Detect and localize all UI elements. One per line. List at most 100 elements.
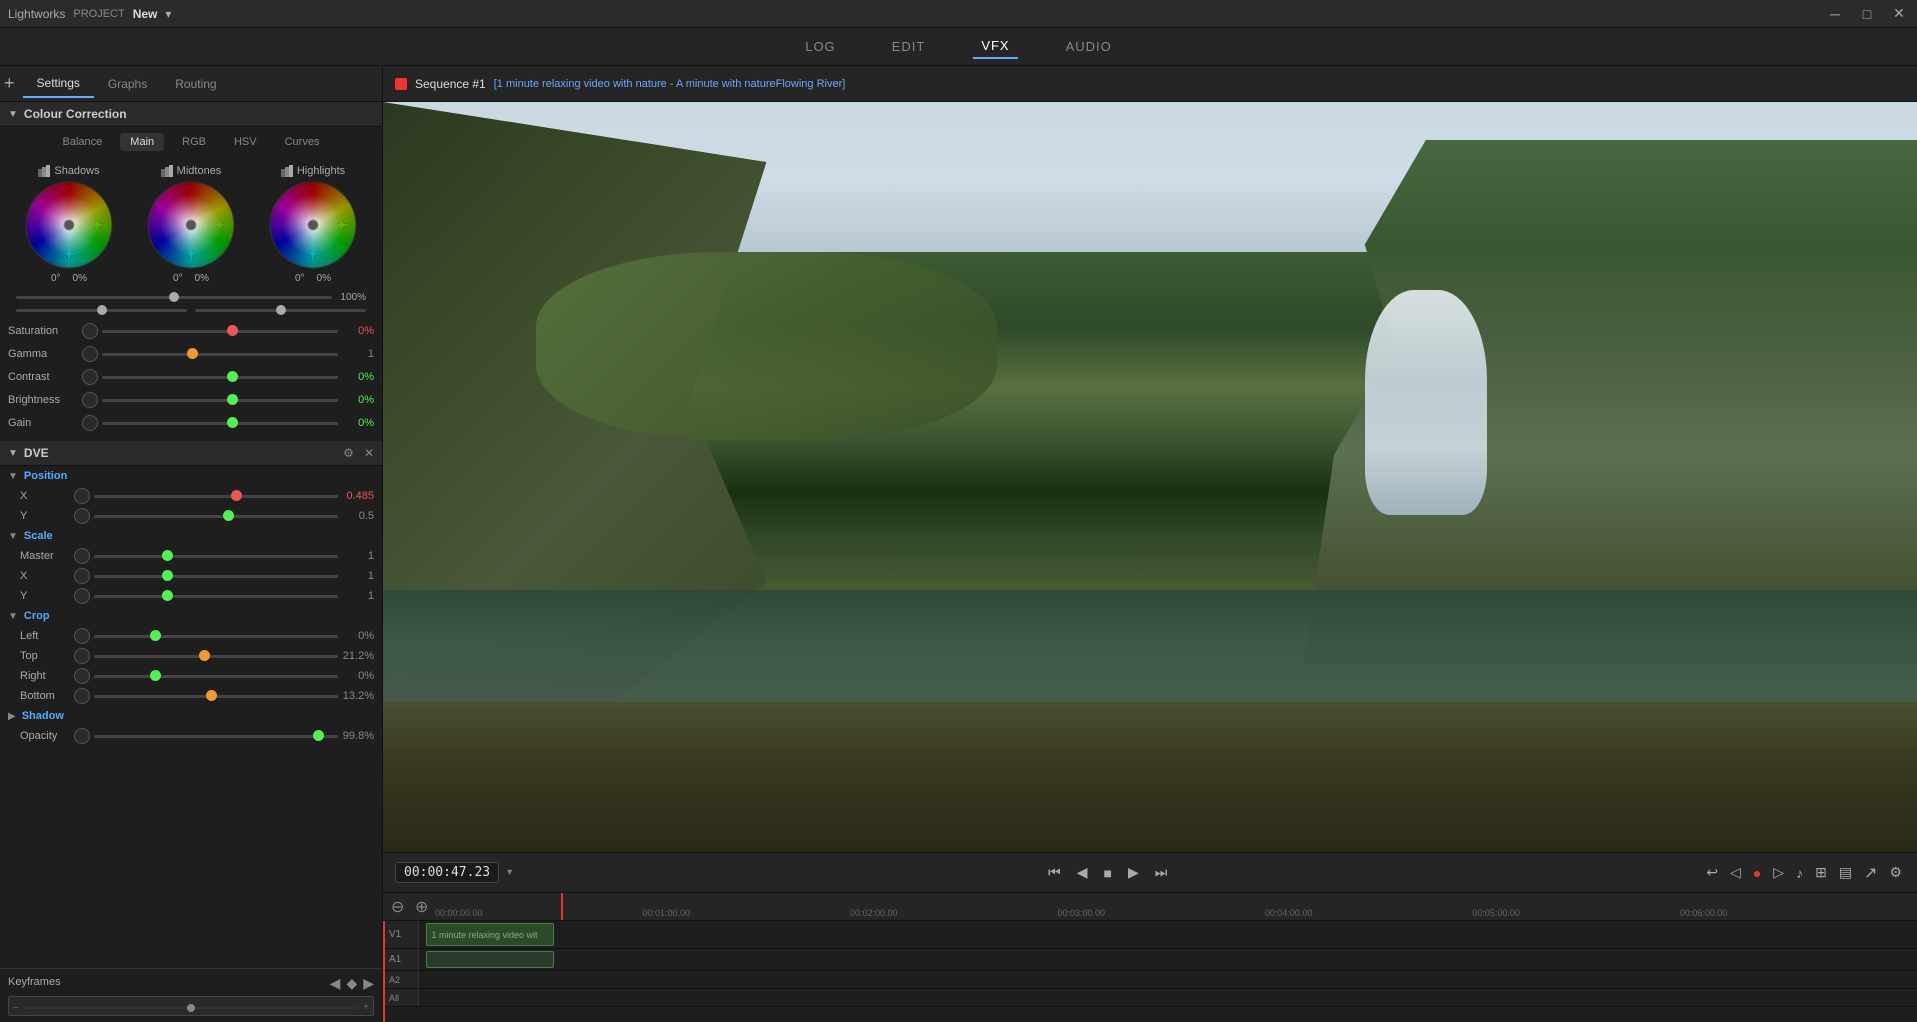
maximize-button[interactable]: □ bbox=[1857, 6, 1877, 22]
scale-y-reset[interactable] bbox=[74, 588, 90, 604]
settings-icon[interactable]: ⚙ bbox=[1886, 862, 1905, 883]
shadows-master-slider[interactable]: 100% bbox=[16, 292, 366, 303]
cc-tab-main[interactable]: Main bbox=[120, 133, 164, 151]
position-header[interactable]: ▼ Position bbox=[0, 466, 382, 486]
crop-left-slider[interactable] bbox=[94, 635, 338, 638]
a2-track-content[interactable] bbox=[419, 971, 1917, 988]
dve-header[interactable]: ▼ DVE ⚙ ✕ bbox=[0, 441, 382, 466]
stop-button[interactable]: ■ bbox=[1099, 863, 1115, 883]
scale-master-reset[interactable] bbox=[74, 548, 90, 564]
prev-frame-button[interactable]: ◀ bbox=[1073, 862, 1092, 883]
minimize-button[interactable]: ─ bbox=[1825, 6, 1845, 22]
nav-audio[interactable]: AUDIO bbox=[1058, 35, 1120, 58]
contrast-slider[interactable] bbox=[102, 376, 338, 379]
ruler-mark-2: 00:02:00.00 bbox=[850, 908, 898, 918]
position-y-slider[interactable] bbox=[94, 515, 338, 518]
keyframes-bar[interactable]: – + bbox=[8, 996, 374, 1016]
saturation-label: Saturation bbox=[8, 325, 78, 337]
midtones-master-track[interactable] bbox=[16, 309, 187, 312]
keyframes-prev-button[interactable]: ◀ bbox=[330, 975, 341, 992]
colour-correction-header[interactable]: ▼ Colour Correction bbox=[0, 102, 382, 127]
position-y-reset[interactable] bbox=[74, 508, 90, 524]
nav-log[interactable]: LOG bbox=[797, 35, 843, 58]
grid-view-icon[interactable]: ⊞ bbox=[1812, 862, 1830, 883]
timecode-display[interactable]: 00:00:47.23 bbox=[395, 862, 499, 883]
crop-top-slider[interactable] bbox=[94, 655, 338, 658]
scale-master-slider[interactable] bbox=[94, 555, 338, 558]
a1-track-row: A1 bbox=[383, 949, 1917, 971]
marker-prev-icon[interactable]: ◁ bbox=[1727, 862, 1744, 883]
position-y-value: 0.5 bbox=[342, 510, 374, 522]
keyframes-next-button[interactable]: ▶ bbox=[363, 975, 374, 992]
marker-next-icon[interactable]: ▷ bbox=[1770, 862, 1787, 883]
scale-x-slider[interactable] bbox=[94, 575, 338, 578]
gain-slider[interactable] bbox=[102, 422, 338, 425]
clip-view-icon[interactable]: ▤ bbox=[1836, 862, 1855, 883]
v1-track-row: V1 1 minute relaxing video wit bbox=[383, 921, 1917, 949]
scale-y-slider[interactable] bbox=[94, 595, 338, 598]
add-tab-button[interactable]: + bbox=[4, 73, 15, 94]
kf-zoom-in[interactable]: + bbox=[363, 1002, 369, 1013]
crop-bottom-reset[interactable] bbox=[74, 688, 90, 704]
crop-left-reset[interactable] bbox=[74, 628, 90, 644]
go-to-start-button[interactable]: ⏮ bbox=[1044, 862, 1065, 883]
gamma-reset[interactable] bbox=[82, 346, 98, 362]
gain-reset[interactable] bbox=[82, 415, 98, 431]
fullscreen-icon[interactable]: ↗ bbox=[1861, 861, 1880, 885]
shadows-wheel-canvas[interactable] bbox=[25, 181, 113, 269]
tab-settings[interactable]: Settings bbox=[23, 70, 94, 98]
scale-header[interactable]: ▼ Scale bbox=[0, 526, 382, 546]
opacity-slider[interactable] bbox=[94, 735, 338, 738]
brightness-reset[interactable] bbox=[82, 392, 98, 408]
play-button[interactable]: ▶ bbox=[1124, 862, 1143, 883]
timeline-zoom-in-icon[interactable]: ⊕ bbox=[415, 897, 435, 917]
project-name[interactable]: New bbox=[133, 7, 158, 21]
v1-clip[interactable]: 1 minute relaxing video wit bbox=[426, 923, 553, 946]
cc-tab-rgb[interactable]: RGB bbox=[172, 133, 216, 151]
gamma-slider[interactable] bbox=[102, 353, 338, 356]
audio-icon[interactable]: ♪ bbox=[1793, 863, 1806, 883]
nav-vfx[interactable]: VFX bbox=[973, 34, 1017, 59]
scale-x-reset[interactable] bbox=[74, 568, 90, 584]
dve-close-icon[interactable]: ✕ bbox=[364, 446, 374, 460]
project-dropdown[interactable]: ▾ bbox=[165, 7, 171, 21]
saturation-slider[interactable] bbox=[102, 330, 338, 333]
crop-right-slider[interactable] bbox=[94, 675, 338, 678]
midtones-wheel-canvas[interactable] bbox=[147, 181, 235, 269]
timecode-dropdown[interactable]: ▾ bbox=[507, 867, 512, 878]
crop-header[interactable]: ▼ Crop bbox=[0, 606, 382, 626]
a1-clip[interactable] bbox=[426, 951, 553, 968]
brightness-slider[interactable] bbox=[102, 399, 338, 402]
crop-right-reset[interactable] bbox=[74, 668, 90, 684]
nav-edit[interactable]: EDIT bbox=[884, 35, 934, 58]
highlights-wheel-canvas[interactable] bbox=[269, 181, 357, 269]
opacity-reset[interactable] bbox=[74, 728, 90, 744]
keyframes-add-button[interactable]: ◆ bbox=[346, 975, 357, 992]
cc-tab-hsv[interactable]: HSV bbox=[224, 133, 267, 151]
tab-graphs[interactable]: Graphs bbox=[94, 71, 161, 97]
timeline-playhead-line bbox=[383, 921, 385, 1022]
position-x-slider[interactable] bbox=[94, 495, 338, 498]
shadow-header[interactable]: ▶ Shadow bbox=[0, 706, 382, 726]
dve-gear-icon[interactable]: ⚙ bbox=[343, 446, 354, 460]
crop-top-reset[interactable] bbox=[74, 648, 90, 664]
cc-tab-balance[interactable]: Balance bbox=[53, 133, 113, 151]
contrast-reset[interactable] bbox=[82, 369, 98, 385]
go-to-end-button[interactable]: ⏭ bbox=[1151, 862, 1172, 883]
crop-bottom-slider[interactable] bbox=[94, 695, 338, 698]
brightness-label: Brightness bbox=[8, 394, 78, 406]
tab-routing[interactable]: Routing bbox=[161, 71, 230, 97]
position-arrow: ▼ bbox=[8, 471, 18, 482]
saturation-reset[interactable] bbox=[82, 323, 98, 339]
timeline-zoom-out-icon[interactable]: ⊖ bbox=[391, 897, 411, 917]
a1-track-content[interactable] bbox=[419, 949, 1917, 970]
position-x-reset[interactable] bbox=[74, 488, 90, 504]
v1-track-content[interactable]: 1 minute relaxing video wit bbox=[419, 921, 1917, 948]
kf-zoom-out[interactable]: – bbox=[13, 1002, 19, 1013]
close-button[interactable]: ✕ bbox=[1889, 5, 1909, 22]
all-track-content[interactable] bbox=[419, 989, 1917, 1006]
loop-icon[interactable]: ↩ bbox=[1703, 862, 1721, 883]
cc-tab-curves[interactable]: Curves bbox=[275, 133, 330, 151]
highlights-master-track[interactable] bbox=[195, 309, 366, 312]
record-icon[interactable]: ● bbox=[1750, 863, 1764, 883]
